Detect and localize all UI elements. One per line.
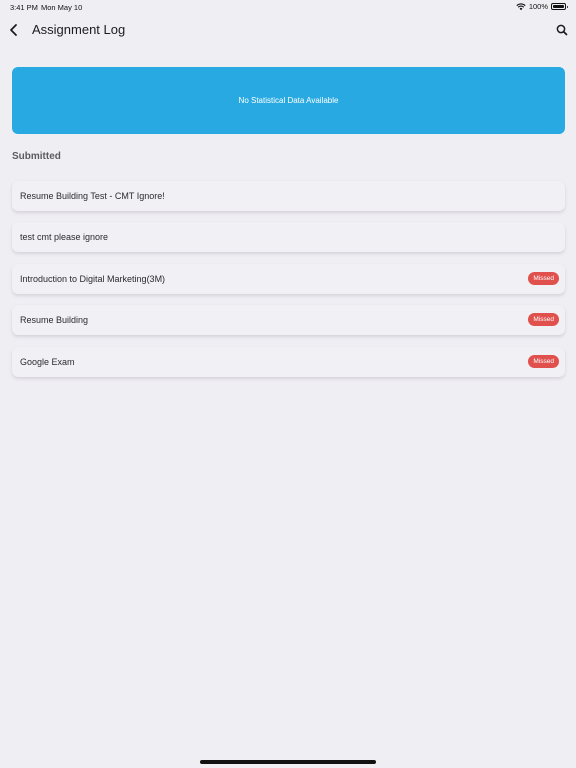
battery-icon (551, 3, 568, 10)
assignment-item[interactable]: Introduction to Digital Marketing(3M) Mi… (12, 264, 565, 294)
navigation-bar: Assignment Log (0, 14, 576, 46)
assignment-title: Resume Building (20, 315, 89, 325)
submitted-section-title: Submitted (12, 151, 61, 162)
page-title: Assignment Log (32, 22, 126, 37)
statistics-card: No Statistical Data Available (12, 67, 565, 134)
status-time: 3:41 PM (10, 3, 38, 12)
assignment-log-screen: 3:41 PM Mon May 10 100% Assignment Log N… (0, 0, 576, 768)
assignment-item[interactable]: Resume Building Test - CMT Ignore! (12, 181, 565, 211)
missed-badge: Missed (528, 355, 559, 368)
missed-badge: Missed (528, 272, 559, 285)
search-icon (556, 24, 568, 36)
chevron-left-icon (10, 24, 17, 36)
assignment-item[interactable]: test cmt please ignore (12, 222, 565, 252)
search-button[interactable] (554, 20, 570, 40)
battery-percent: 100% (528, 2, 548, 11)
assignment-title: Google Exam (20, 357, 75, 367)
missed-badge: Missed (528, 313, 559, 326)
back-button[interactable] (6, 20, 22, 40)
status-bar: 3:41 PM Mon May 10 100% (0, 0, 576, 14)
status-right: 100% (516, 2, 568, 11)
assignment-item[interactable]: Resume Building Missed (12, 305, 565, 335)
assignment-title: Introduction to Digital Marketing(3M) (20, 274, 166, 284)
assignment-title: test cmt please ignore (20, 232, 109, 242)
status-date: Mon May 10 (41, 3, 83, 12)
home-indicator[interactable] (200, 760, 376, 764)
assignment-item[interactable]: Google Exam Missed (12, 347, 565, 377)
wifi-icon (516, 3, 526, 10)
no-stats-message: No Statistical Data Available (238, 96, 339, 105)
assignment-title: Resume Building Test - CMT Ignore! (20, 191, 165, 201)
